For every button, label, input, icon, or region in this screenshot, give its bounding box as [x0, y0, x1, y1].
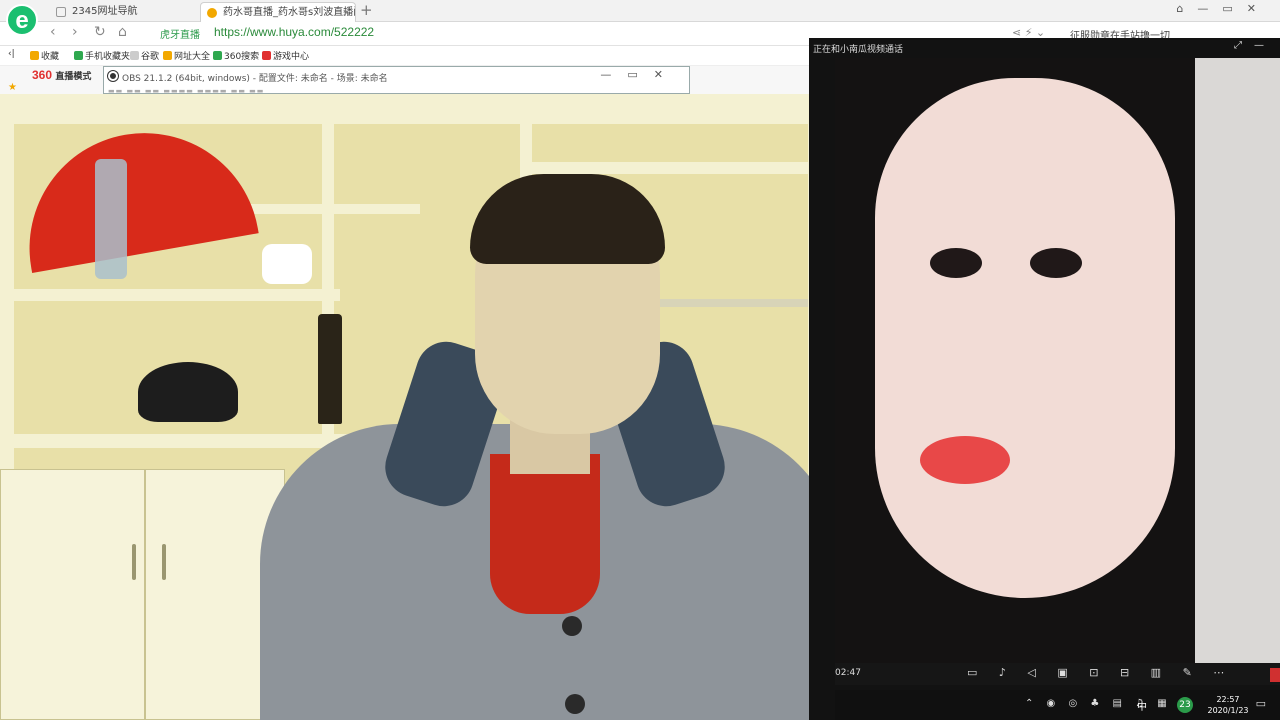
shelf — [640, 299, 835, 307]
site-label: 虎牙直播 — [160, 30, 200, 41]
star-icon: ★ — [8, 82, 17, 93]
shelf — [0, 94, 835, 124]
remote-lips — [920, 436, 1010, 484]
water-bottle — [95, 159, 127, 279]
clock[interactable]: 22:57 2020/1/23 — [1207, 694, 1249, 716]
bookmark-item[interactable]: 游戏中心 — [262, 49, 309, 62]
lucky-cat-figure — [262, 244, 312, 284]
phone-icon — [74, 51, 83, 60]
browser-tab-strip: 2345网址导航 药水哥直播_药水哥s刘波直播间... × + ⌂—▭✕ — [0, 0, 1280, 22]
coat-button — [562, 616, 582, 636]
bookmark-item[interactable]: 手机收藏夹 — [74, 49, 130, 62]
bookmark-item[interactable]: 网址大全 — [163, 49, 210, 62]
obs-window[interactable]: OBS 21.1.2 (64bit, windows) - 配置文件: 未命名 … — [103, 66, 690, 95]
bookmark-item[interactable]: 收藏 — [30, 49, 59, 62]
video-call-window[interactable]: 正在和小南瓜视频通话 ⤢— 02:47 ▭ ♪ ◁ ▣ ⊡ ⊟ ▥ ✎ ⋯ — [809, 38, 1280, 720]
remote-eye — [930, 248, 982, 278]
obs-icon — [108, 71, 118, 81]
page-icon — [130, 51, 139, 60]
bookmark-item[interactable]: 360搜索 — [213, 49, 259, 62]
tray-badge[interactable]: 23 — [1177, 697, 1193, 713]
obs-window-title: OBS 21.1.2 (64bit, windows) - 配置文件: 未命名 … — [122, 74, 388, 84]
tab-2345[interactable]: 2345网址导航 — [50, 2, 198, 22]
remote-face — [875, 78, 1175, 598]
bookmark-item[interactable]: 谷歌 — [130, 49, 159, 62]
remote-background — [1195, 58, 1280, 670]
clock-date: 2020/1/23 — [1207, 706, 1249, 715]
browser-logo: e — [6, 4, 38, 36]
hangup-icon[interactable] — [1270, 668, 1280, 682]
window-controls[interactable]: ⌂—▭✕ — [1176, 2, 1270, 15]
page-icon — [56, 7, 66, 17]
close-tab-icon[interactable]: × — [342, 3, 351, 22]
call-title: 正在和小南瓜视频通话 — [813, 45, 904, 55]
shelf — [0, 289, 340, 301]
search-icon — [213, 51, 222, 60]
star-icon — [30, 51, 39, 60]
url-input[interactable]: https://www.huya.com/522222 — [214, 25, 374, 39]
red-fan — [11, 114, 259, 274]
forward-icon[interactable]: › — [72, 24, 78, 40]
huya-icon — [207, 8, 217, 18]
refresh-icon[interactable]: ↻ — [94, 24, 106, 40]
call-window-controls[interactable]: ⤢— — [1234, 40, 1276, 51]
speaker — [138, 362, 238, 422]
tab-label: 药水哥直播_药水哥s刘波直播间... — [223, 7, 355, 18]
notification-icon[interactable]: ▭ — [1256, 697, 1266, 710]
system-tray: ⌃ ◉ ◎ ♣ ▤ ♫ ▦ ◐ 中 23 22:57 2020/1/23 ▭ — [835, 690, 1280, 720]
cabinet-handle — [162, 544, 166, 580]
game-icon — [262, 51, 271, 60]
new-tab-button[interactable]: + — [360, 1, 373, 19]
call-titlebar: 正在和小南瓜视频通话 ⤢— — [809, 38, 1280, 58]
call-timer: 02:47 — [835, 668, 861, 678]
remote-eye — [1030, 248, 1082, 278]
red-shirt — [490, 454, 600, 614]
champagne-bottle — [318, 314, 342, 424]
tab-huya-stream[interactable]: 药水哥直播_药水哥s刘波直播间... × — [200, 2, 356, 22]
clock-time: 22:57 — [1216, 695, 1240, 704]
tray-icons[interactable]: ⌃ ◉ ◎ ♣ ▤ ♫ ▦ ◐ — [1025, 698, 1194, 709]
remote-video — [835, 58, 1280, 670]
back-icon[interactable]: ‹ — [50, 24, 56, 40]
streamer-hair — [470, 174, 665, 264]
cabinet-handle — [132, 544, 136, 580]
tab-label: 2345网址导航 — [72, 6, 138, 17]
bookmarks-toggle-icon[interactable]: ‹| — [8, 49, 15, 59]
ime-indicator[interactable]: 中 — [1137, 698, 1147, 713]
home-icon[interactable]: ⌂ — [118, 24, 127, 40]
globe-icon — [163, 51, 172, 60]
streamer-camera-feed — [0, 94, 835, 720]
logo-360: 360 直播模式 — [32, 68, 92, 82]
obs-window-controls[interactable]: —▭✕ — [600, 68, 679, 81]
cabinet-door — [0, 469, 145, 720]
coat-button — [565, 694, 585, 714]
shelf — [520, 162, 835, 174]
call-tool-icons[interactable]: ▭ ♪ ◁ ▣ ⊡ ⊟ ▥ ✎ ⋯ — [967, 666, 1233, 679]
call-toolbar: 02:47 ▭ ♪ ◁ ▣ ⊡ ⊟ ▥ ✎ ⋯ — [835, 663, 1280, 685]
